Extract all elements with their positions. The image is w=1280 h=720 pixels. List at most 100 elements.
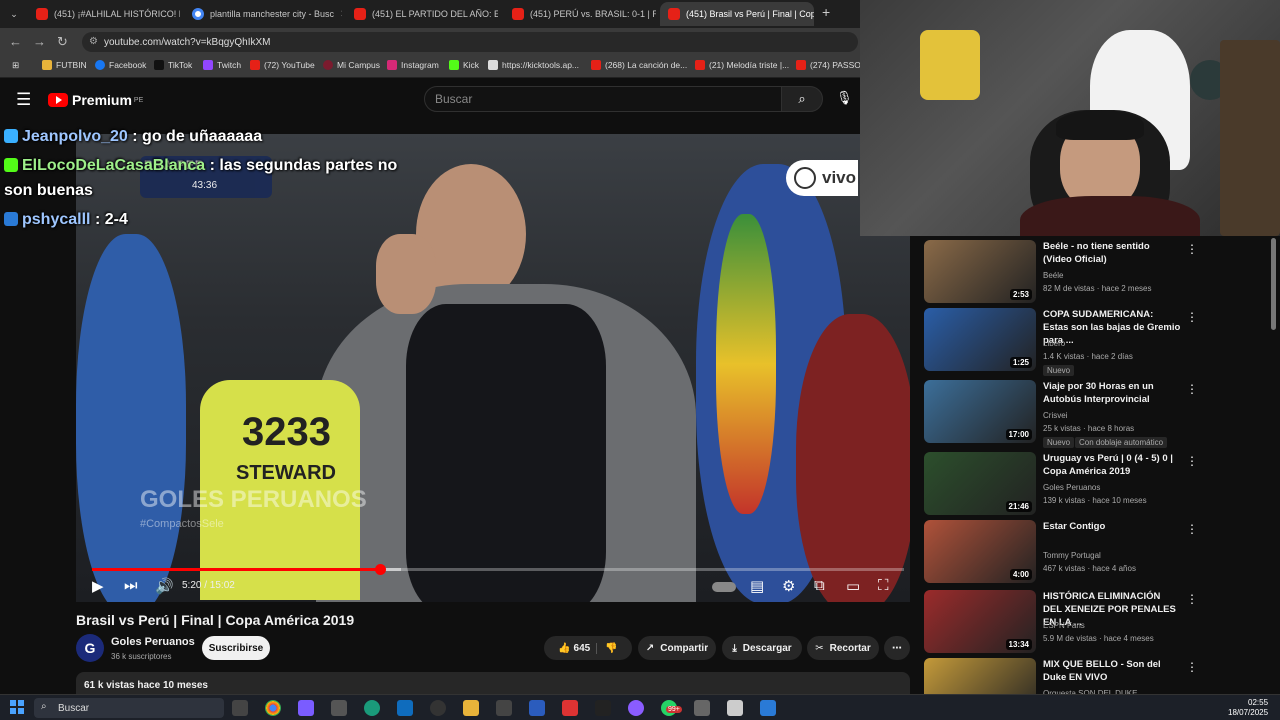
whatsapp-icon[interactable]: 99+ [661,700,682,716]
miniplayer-icon[interactable]: ⧉ [814,577,825,594]
task-view-icon[interactable] [232,700,248,716]
download-button[interactable]: ⤓ Descargar [722,636,802,660]
bookmark-cancion[interactable]: (268) La canción de... [591,60,687,70]
more-options-icon[interactable]: ⋮ [1186,660,1198,674]
recommended-title[interactable]: Uruguay vs Perú | 0 (4 - 5) 0 | Copa Amé… [1043,452,1181,478]
site-info-icon[interactable]: ⚙ [89,36,98,47]
app-icon[interactable] [694,700,710,716]
bookmark-youtube[interactable]: (72) YouTube [250,60,315,70]
system-clock[interactable]: 02:55 18/07/2025 [1228,698,1268,718]
progress-bar[interactable] [92,564,904,575]
theater-icon[interactable]: ▭ [846,577,860,595]
recommended-title[interactable]: Beéle - no tiene sentido (Video Oficial) [1043,240,1181,266]
browser-tab-3[interactable]: (451) EL PARTIDO DEL AÑO: EL✕ [346,2,498,26]
browser-tab-2[interactable]: plantilla manchester city - Busc ✕ [184,2,342,26]
forward-icon[interactable]: → [33,34,46,49]
volume-icon[interactable]: 🔊 [155,577,174,595]
bookmark-kicktools[interactable]: https://kicktools.ap... [488,60,579,70]
app-icon[interactable] [628,700,644,716]
url-field[interactable]: ⚙ youtube.com/watch?v=kBqgyQhIkXM [82,32,858,52]
more-options-icon[interactable]: ⋮ [1186,382,1198,396]
recommended-channel[interactable]: Beéle [1043,271,1063,280]
recommended-video[interactable]: 2:53 Beéle - no tiene sentido (Video Ofic… [924,236,1274,303]
file-explorer-icon[interactable] [463,700,479,716]
settings-icon[interactable]: ⚙ [782,577,795,595]
bookmark-twitch[interactable]: Twitch [203,60,241,70]
more-options-icon[interactable]: ⋮ [1186,522,1198,536]
recommended-title[interactable]: Viaje por 30 Horas en un Autobús Interpr… [1043,380,1181,406]
app-icon[interactable] [562,700,578,716]
recommended-video[interactable]: MIX QUE BELLO - Son del Duke EN VIVO Orqu… [924,654,1274,694]
browser-tab-4[interactable]: (451) PERÚ vs. BRASIL: 0-1 | RES✕ [504,2,656,26]
reload-icon[interactable]: ↻ [57,34,68,50]
next-icon[interactable]: ⏭ [124,577,138,594]
outlook-icon[interactable] [397,700,413,716]
browser-tab-active[interactable]: (451) Brasil vs Perú | Final | Cop✕ [660,2,814,26]
video-thumbnail[interactable]: 2:53 [924,240,1036,303]
bookmark-futbin[interactable]: FUTBIN [42,60,87,70]
youtube-logo[interactable]: Premium PE [48,92,143,108]
video-thumbnail[interactable]: 21:46 [924,452,1036,515]
subscribe-button[interactable]: Suscribirse [202,636,270,660]
chrome-icon[interactable] [265,700,281,716]
more-options-icon[interactable]: ⋮ [1186,454,1198,468]
clip-button[interactable]: ✂ Recortar [807,636,879,660]
recommended-video[interactable]: 4:00 Estar Contigo Tommy Portugal 467 k vis… [924,516,1274,583]
windows-start-icon[interactable] [10,700,24,714]
sidebar-scrollbar[interactable] [1271,238,1276,330]
copilot-icon[interactable] [298,700,314,716]
bookmark-instagram[interactable]: Instagram [387,60,439,70]
dislike-button[interactable]: 👎 [596,642,618,654]
edge-icon[interactable] [364,700,380,716]
recommended-channel[interactable]: Crisvei [1043,411,1067,420]
bookmark-mi-campus[interactable]: Mi Campus [323,60,380,70]
bookmark-melodia[interactable]: (21) Melodía triste |... [695,60,789,70]
new-tab-button[interactable]: + [822,4,830,20]
fullscreen-icon[interactable]: ⛶ [878,577,889,594]
recommended-channel[interactable]: ESPN Fans [1043,621,1085,630]
more-options-icon[interactable]: ⋮ [1186,242,1198,256]
bookmark-facebook[interactable]: Facebook [95,60,146,70]
search-input[interactable]: Buscar [424,86,782,112]
taskbar-search-input[interactable]: ⌕ Buscar [34,698,224,718]
recommended-video[interactable]: 17:00 Viaje por 30 Horas en un Autobús In… [924,376,1274,448]
more-options-icon[interactable]: ⋮ [1186,592,1198,606]
autoplay-toggle[interactable] [712,582,736,592]
recommended-title[interactable]: MIX QUE BELLO - Son del Duke EN VIVO [1043,658,1181,684]
video-thumbnail[interactable]: 1:25 [924,308,1036,371]
word-icon[interactable] [529,700,545,716]
channel-avatar[interactable]: G [76,634,104,662]
app-icon[interactable] [496,700,512,716]
recommended-video[interactable]: 13:34 HISTÓRICA ELIMINACIÓN DEL XENEIZE P… [924,586,1274,653]
recommended-channel[interactable]: Goles Peruanos [1043,483,1100,492]
play-icon[interactable]: ▶ [92,577,104,595]
like-button[interactable]: 👍 645 [558,643,590,654]
subtitles-icon[interactable]: ▤ [750,577,764,595]
store-icon[interactable] [331,700,347,716]
bookmark-passo[interactable]: (274) PASSO I [796,60,866,70]
video-thumbnail[interactable] [924,658,1036,694]
browser-tab-1[interactable]: (451) ¡#ALHILAL HISTÓRICO! DE✕ [28,2,180,26]
back-icon[interactable]: ← [9,34,22,49]
recommended-video[interactable]: 1:25 COPA SUDAMERICANA: Estas son las baj… [924,304,1274,376]
recommended-channel[interactable]: Libero [1043,339,1065,348]
more-options-icon[interactable]: ⋮ [1186,310,1198,324]
share-button[interactable]: ↗ Compartir [638,636,716,660]
recommended-title[interactable]: Estar Contigo [1043,520,1181,533]
capcut-icon[interactable] [595,700,611,716]
tab-search-button[interactable]: ⌄ [6,6,22,22]
channel-name[interactable]: Goles Peruanos [111,636,195,648]
mic-icon[interactable]: 🎙 [836,90,853,106]
more-actions-button[interactable]: ⋯ [884,636,910,660]
app-icon[interactable] [760,700,776,716]
menu-icon[interactable]: ☰ [16,90,31,110]
search-button[interactable]: ⌕ [781,86,823,112]
recommended-channel[interactable]: Tommy Portugal [1043,551,1101,560]
bookmark-kick[interactable]: Kick [449,60,479,70]
video-thumbnail[interactable]: 13:34 [924,590,1036,653]
video-thumbnail[interactable]: 17:00 [924,380,1036,443]
app-icon[interactable] [430,700,446,716]
calculator-icon[interactable] [727,700,743,716]
bookmark-tiktok[interactable]: TikTok [154,60,192,70]
recommended-video[interactable]: 21:46 Uruguay vs Perú | 0 (4 - 5) 0 | Cop… [924,448,1274,515]
